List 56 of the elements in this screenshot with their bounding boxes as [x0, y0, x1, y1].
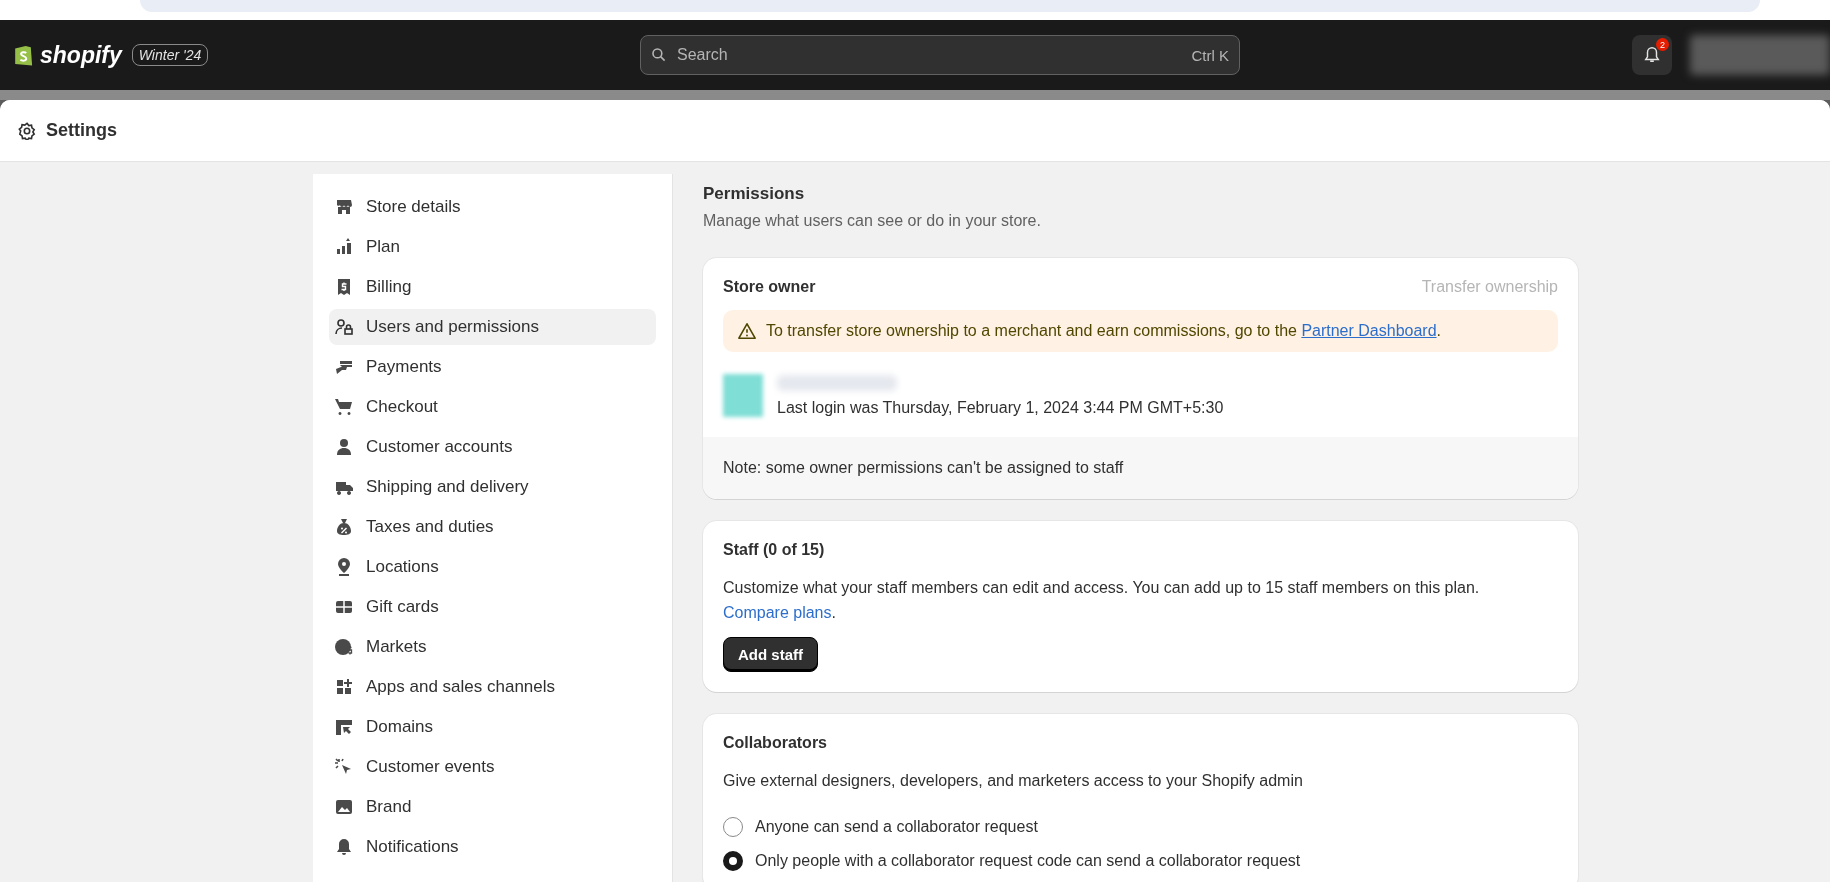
last-login-text: Last login was Thursday, February 1, 2024 3:44 PM GMT+5:30	[777, 399, 1224, 417]
sidebar-item[interactable]: Taxes and duties	[329, 509, 656, 545]
users-icon	[334, 317, 354, 337]
radio-button[interactable]	[723, 851, 743, 871]
sidebar-item[interactable]: Shipping and delivery	[329, 469, 656, 505]
search-field[interactable]: Search	[675, 45, 1184, 65]
sidebar-item[interactable]: Locations	[329, 549, 656, 585]
section-description: Manage what users can see or do in your store.	[703, 212, 1042, 230]
money-bag-icon	[334, 517, 354, 537]
card-title: Store owner	[723, 278, 816, 296]
sidebar-item[interactable]: Customer events	[329, 749, 656, 785]
sidebar-item[interactable]: Notifications	[329, 829, 656, 865]
person-icon	[334, 437, 354, 457]
logo-text: shopify	[40, 41, 122, 69]
page-title: Settings	[46, 120, 117, 141]
partner-dashboard-link[interactable]: Partner Dashboard	[1301, 322, 1437, 339]
radio-button[interactable]	[723, 817, 743, 837]
bell-icon	[334, 837, 354, 857]
add-staff-button[interactable]: Add staff	[723, 637, 818, 672]
notifications-button[interactable]: 2	[1632, 35, 1672, 75]
notification-count: 2	[1656, 38, 1669, 51]
sidebar-item[interactable]: Store details	[329, 189, 656, 225]
section-title: Permissions	[703, 184, 806, 204]
sidebar-item[interactable]: Brand	[329, 789, 656, 825]
cart-icon	[334, 397, 354, 417]
sidebar-item[interactable]: Billing	[329, 269, 656, 305]
search-bar[interactable]: Search Ctrl K	[640, 35, 1240, 75]
warning-icon	[738, 322, 756, 340]
sidebar-item[interactable]: Checkout	[329, 389, 656, 425]
owner-note: Note: some owner permissions can't be assigned to staff	[703, 437, 1578, 499]
compare-plans-link[interactable]: Compare plans	[723, 604, 832, 621]
sidebar-item[interactable]: Users and permissions	[329, 309, 656, 345]
collaborators-description: Give external designers, developers, and marketers access to your Shopify admin	[723, 771, 1304, 791]
apps-grid-icon	[334, 677, 354, 697]
bar-chart-icon	[334, 237, 354, 257]
avatar-placeholder	[723, 374, 763, 417]
sidebar-item[interactable]: Gift cards	[329, 589, 656, 625]
sidebar-item[interactable]: Plan	[329, 229, 656, 265]
card-title: Collaborators	[723, 734, 828, 752]
sidebar-item[interactable]: Apps and sales channels	[329, 669, 656, 705]
storefront-icon	[334, 197, 354, 217]
option-label[interactable]: Only people with a collaborator request code can send a collaborator request	[755, 852, 1301, 870]
settings-icon	[18, 121, 36, 140]
card-title: Staff (0 of 15)	[723, 541, 826, 559]
bell-icon	[1643, 46, 1661, 64]
option-label[interactable]: Anyone can send a collaborator request	[755, 818, 1038, 836]
sidebar-item[interactable]: Markets	[329, 629, 656, 665]
sidebar-item[interactable]: Payments	[329, 349, 656, 385]
edition-badge: Winter '24	[131, 44, 209, 66]
search-icon	[651, 47, 667, 63]
sidebar-item[interactable]: Domains	[329, 709, 656, 745]
banner-text: To transfer store ownership to a merchant and earn commissions, go to the Partner Dashboard.	[766, 322, 1441, 340]
staff-description: Customize what your staff members can edit and access. You can add up to 15 staff members on this plan. Compare plans.	[723, 578, 1481, 623]
sidebar-item[interactable]: Customer accounts	[329, 429, 656, 465]
shortcut-hint: Ctrl K	[1191, 46, 1229, 64]
image-icon	[334, 797, 354, 817]
